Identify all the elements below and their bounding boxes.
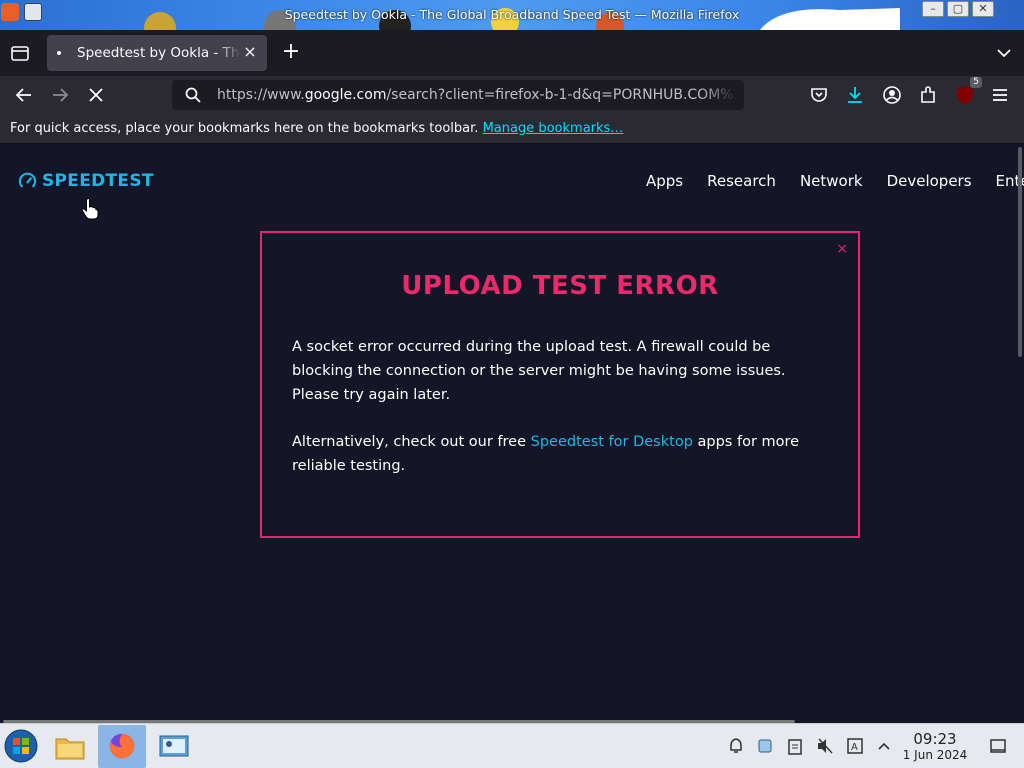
site-nav: Apps Research Network Developers Ente bbox=[646, 172, 1024, 190]
nav-developers[interactable]: Developers bbox=[887, 172, 972, 190]
tab-list-icon[interactable] bbox=[8, 42, 32, 64]
speedtest-desktop-link[interactable]: Speedtest for Desktop bbox=[531, 434, 693, 450]
close-tab-icon[interactable]: × bbox=[241, 43, 259, 61]
menu-icon[interactable] bbox=[989, 84, 1011, 106]
volume-muted-icon[interactable] bbox=[816, 737, 834, 755]
nav-apps[interactable]: Apps bbox=[646, 172, 683, 190]
tab-strip: Speedtest by Ookla - The Global Broadban… bbox=[0, 30, 1024, 76]
chevron-down-icon[interactable] bbox=[994, 43, 1014, 63]
close-icon[interactable]: × bbox=[836, 241, 848, 257]
forward-icon[interactable] bbox=[49, 84, 71, 106]
url-text[interactable]: https://www.google.com/search?client=fir… bbox=[217, 87, 737, 103]
minimize-button[interactable]: – bbox=[922, 1, 944, 17]
url-bar[interactable]: https://www.google.com/search?client=fir… bbox=[172, 80, 744, 110]
window-title: Speedtest by Ookla - The Global Broadban… bbox=[284, 7, 740, 22]
account-icon[interactable] bbox=[881, 84, 903, 106]
nav-research[interactable]: Research bbox=[707, 172, 776, 190]
taskbar: A 09:23 1 Jun 2024 bbox=[0, 723, 1024, 768]
tab-speedtest[interactable]: Speedtest by Ookla - The Global Broadban… bbox=[47, 35, 267, 71]
notifications-icon[interactable] bbox=[727, 737, 745, 755]
logo-text: SPEEDTEST bbox=[42, 171, 154, 191]
download-icon[interactable] bbox=[844, 84, 866, 106]
manage-bookmarks-link[interactable]: Manage bookmarks… bbox=[483, 121, 624, 136]
clipboard-icon[interactable] bbox=[786, 737, 804, 755]
web-page: SPEEDTEST Apps Research Network Develope… bbox=[0, 145, 1024, 723]
stop-icon[interactable] bbox=[85, 84, 107, 106]
start-orb-icon[interactable] bbox=[4, 729, 38, 763]
hand-cursor-icon bbox=[81, 198, 99, 220]
extension-badge: 5 bbox=[970, 77, 982, 88]
extensions-icon[interactable] bbox=[917, 84, 939, 106]
window-titlebar: Speedtest by Ookla - The Global Broadban… bbox=[0, 0, 1024, 30]
new-tab-button[interactable]: + bbox=[280, 41, 302, 63]
bookmarks-message: For quick access, place your bookmarks h… bbox=[10, 121, 624, 136]
navigation-toolbar: https://www.google.com/search?client=fir… bbox=[0, 76, 1024, 114]
nav-network[interactable]: Network bbox=[800, 172, 863, 190]
tab-title: Speedtest by Ookla - The Global Broadban… bbox=[77, 45, 241, 61]
bookmarks-toolbar: For quick access, place your bookmarks h… bbox=[0, 114, 1024, 144]
speedtest-logo[interactable]: SPEEDTEST bbox=[18, 171, 154, 191]
clock-time: 09:23 bbox=[913, 730, 957, 748]
clock[interactable]: 09:23 1 Jun 2024 bbox=[900, 730, 970, 763]
modal-title: UPLOAD TEST ERROR bbox=[401, 271, 719, 301]
pocket-icon[interactable] bbox=[808, 84, 830, 106]
tray-expand-icon[interactable] bbox=[875, 737, 893, 755]
tab-loading-dot bbox=[57, 51, 61, 55]
upload-error-modal: × UPLOAD TEST ERROR A socket error occur… bbox=[260, 231, 860, 538]
firefox-taskbar-button[interactable] bbox=[98, 725, 146, 768]
error-message: A socket error occurred during the uploa… bbox=[292, 339, 786, 403]
close-window-button[interactable]: ✕ bbox=[972, 1, 994, 17]
ublock-icon[interactable]: 5 bbox=[954, 77, 982, 106]
system-settings-icon[interactable] bbox=[156, 729, 192, 765]
keyboard-layout-icon[interactable]: A bbox=[846, 737, 864, 755]
show-desktop-icon[interactable] bbox=[989, 737, 1007, 755]
back-icon[interactable] bbox=[13, 84, 35, 106]
search-icon bbox=[185, 87, 201, 103]
clock-date: 1 Jun 2024 bbox=[902, 748, 968, 762]
maximize-button[interactable]: ▢ bbox=[947, 1, 969, 17]
speedtest-gauge-icon bbox=[18, 172, 37, 187]
firefox-icon bbox=[109, 733, 135, 759]
network-manager-icon[interactable] bbox=[756, 737, 774, 755]
alternative-message: Alternatively, check out our free Speedt… bbox=[292, 434, 800, 474]
vertical-scrollbar[interactable] bbox=[1018, 147, 1022, 357]
file-manager-icon[interactable] bbox=[52, 729, 88, 765]
svg-text:A: A bbox=[851, 742, 858, 753]
